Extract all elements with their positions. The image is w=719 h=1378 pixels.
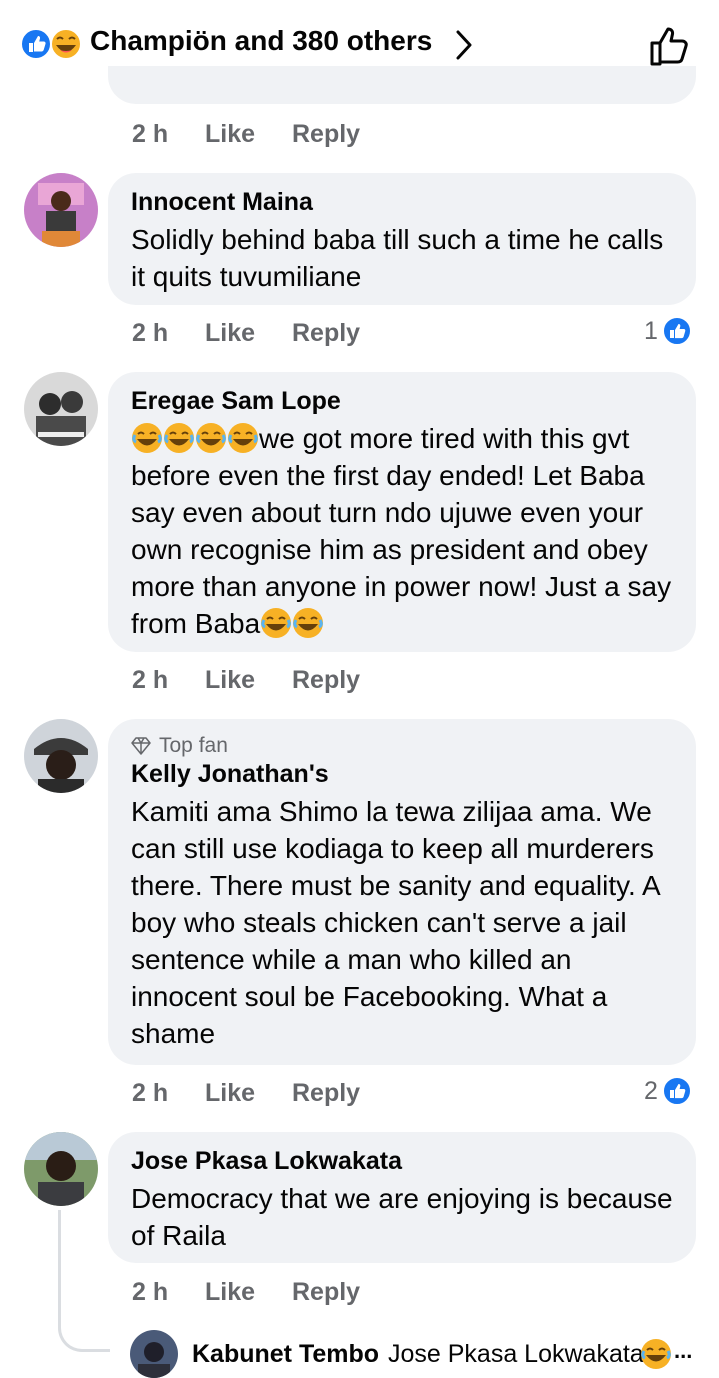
reply-link[interactable]: Reply xyxy=(292,1278,360,1307)
comment-bubble[interactable]: Top fan Kelly Jonathan's Kamiti ama Shim… xyxy=(108,719,696,1065)
comment-bubble[interactable]: Innocent Maina Solidly behind baba till … xyxy=(108,173,696,305)
like-icon[interactable] xyxy=(648,24,692,68)
reactions-summary[interactable]: Champiön and 380 others xyxy=(90,25,432,57)
reply-text: Jose Pkasa Lokwakata xyxy=(388,1340,644,1368)
avatar[interactable] xyxy=(24,1132,98,1206)
reaction-count-number: 1 xyxy=(644,316,658,345)
timestamp: 2 h xyxy=(132,319,169,347)
reaction-count[interactable]: 1 xyxy=(644,316,692,346)
like-link[interactable]: Like xyxy=(205,666,255,695)
thread-connector xyxy=(58,1210,110,1352)
reaction-count-number: 2 xyxy=(644,1076,658,1105)
comment-bubble[interactable]: Jose Pkasa Lokwakata Democracy that we a… xyxy=(108,1132,696,1263)
like-link[interactable]: Like xyxy=(205,319,255,348)
comment-text: Solidly behind baba till such a time he … xyxy=(131,224,664,292)
comment-text: we got more tired with this gvt before e… xyxy=(131,420,674,642)
like-badge-icon xyxy=(661,1076,692,1106)
commenter-name[interactable]: Eregae Sam Lope xyxy=(131,386,674,416)
ellipsis: ... xyxy=(674,1338,693,1363)
comment-text-body: we got more tired with this gvt before e… xyxy=(131,423,672,639)
like-link[interactable]: Like xyxy=(205,1278,255,1307)
reaction-count[interactable]: 2 xyxy=(644,1076,692,1106)
avatar[interactable] xyxy=(24,372,98,446)
previous-comment-bubble xyxy=(108,66,696,104)
chevron-right-icon[interactable] xyxy=(452,28,476,62)
reply-link[interactable]: Reply xyxy=(292,319,360,348)
avatar[interactable] xyxy=(24,719,98,793)
commenter-name[interactable]: Innocent Maina xyxy=(131,187,674,217)
commenter-name[interactable]: Jose Pkasa Lokwakata xyxy=(131,1146,674,1176)
timestamp: 2 h xyxy=(132,120,169,148)
timestamp: 2 h xyxy=(132,1079,169,1107)
comment-text: Kamiti ama Shimo la tewa zilijaa ama. We… xyxy=(131,796,660,1049)
laughing-emoji-icon xyxy=(132,423,162,453)
reply-preview[interactable]: Kabunet Tembo Jose Pkasa Lokwakata ... xyxy=(130,1330,719,1378)
like-link[interactable]: Like xyxy=(205,1079,255,1108)
badge-label: Top fan xyxy=(159,734,228,757)
like-badge-icon xyxy=(661,316,692,346)
reply-link[interactable]: Reply xyxy=(292,666,360,695)
reply-link[interactable]: Reply xyxy=(292,1079,360,1108)
comment-text: Democracy that we are enjoying is becaus… xyxy=(131,1183,673,1251)
laughing-emoji-icon xyxy=(261,608,292,638)
timestamp: 2 h xyxy=(132,666,169,694)
diamond-icon xyxy=(131,737,151,755)
like-link[interactable]: Like xyxy=(205,120,255,149)
laughing-emoji-icon xyxy=(228,423,258,453)
commenter-name[interactable]: Kelly Jonathan's xyxy=(131,759,674,789)
reaction-icons xyxy=(20,28,82,60)
laughing-emoji-icon xyxy=(196,423,226,453)
timestamp: 2 h xyxy=(132,1278,169,1306)
replier-name[interactable]: Kabunet Tembo xyxy=(192,1340,379,1369)
avatar[interactable] xyxy=(24,173,98,247)
reply-link[interactable]: Reply xyxy=(292,120,360,149)
top-fan-badge: Top fan xyxy=(131,733,674,759)
avatar[interactable] xyxy=(130,1330,178,1378)
comment-bubble[interactable]: Eregae Sam Lope we got more tired with t… xyxy=(108,372,696,652)
laughing-emoji-icon xyxy=(293,608,324,638)
laughing-emoji-icon xyxy=(164,423,194,453)
laughing-emoji-icon xyxy=(641,1339,671,1369)
